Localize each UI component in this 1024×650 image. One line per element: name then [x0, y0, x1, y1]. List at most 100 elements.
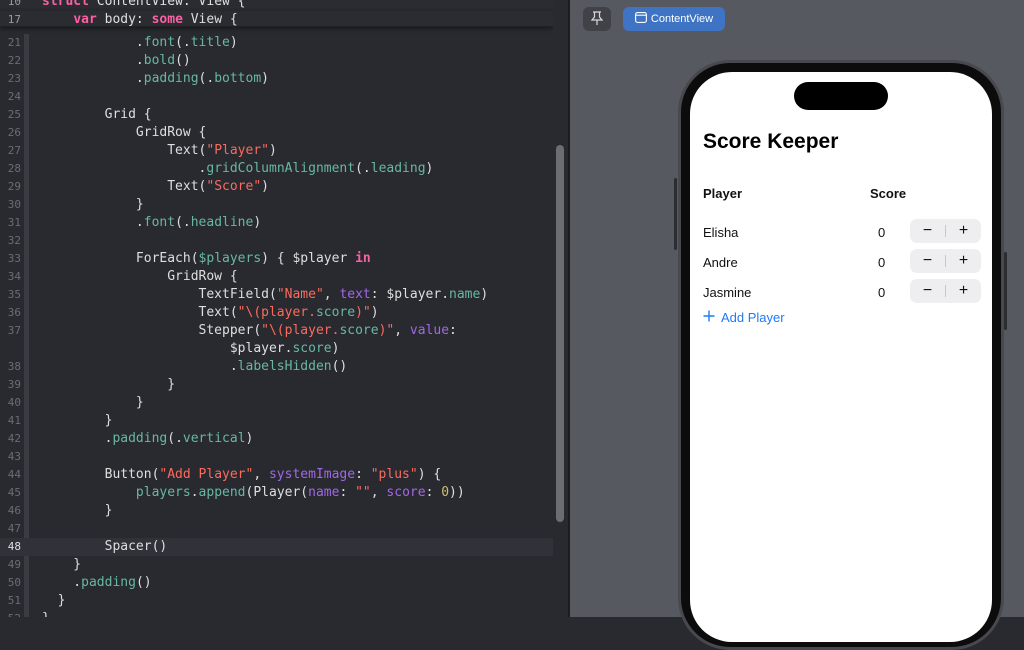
line-number: 51 — [7, 594, 21, 607]
player-name-field[interactable]: Jasmine — [703, 285, 751, 300]
code-line[interactable]: 25 Grid { — [0, 106, 553, 124]
code-line[interactable]: 46 } — [0, 502, 553, 520]
preview-canvas: ContentView Score Keeper Player Score El… — [570, 0, 1024, 650]
code-line[interactable]: 52} — [0, 610, 553, 617]
increment-button[interactable]: + — [946, 219, 981, 243]
code-text: Text("\(player.score)") — [42, 305, 379, 320]
increment-button[interactable]: + — [946, 279, 981, 303]
app-title: Score Keeper — [703, 130, 839, 153]
phone-side-button — [1004, 252, 1007, 330]
code-line[interactable]: $player.score) — [0, 340, 553, 358]
code-text: Text("Player") — [42, 143, 277, 158]
code-text: .padding() — [42, 575, 152, 590]
code-line[interactable]: 33 ForEach($players) { $player in — [0, 250, 553, 268]
line-number: 27 — [7, 144, 21, 157]
plus-icon — [703, 310, 715, 325]
code-line[interactable]: 31 .font(.headline) — [0, 214, 553, 232]
code-line[interactable]: 50 .padding() — [0, 574, 553, 592]
code-line[interactable]: 30 } — [0, 196, 553, 214]
code-text: TextField("Name", text: $player.name) — [42, 287, 489, 302]
code-line[interactable]: 26 GridRow { — [0, 124, 553, 142]
code-text: struct ContentView: View { — [42, 0, 246, 9]
code-line[interactable]: 39 } — [0, 376, 553, 394]
code-text: } — [42, 610, 50, 617]
line-number: 26 — [7, 126, 21, 139]
code-line[interactable]: 34 GridRow { — [0, 268, 553, 286]
sticky-scope-header-body[interactable]: 17 var body: some View { — [0, 11, 553, 27]
code-line[interactable]: 42 .padding(.vertical) — [0, 430, 553, 448]
code-line[interactable]: 40 } — [0, 394, 553, 412]
line-number: 21 — [7, 36, 21, 49]
line-number: 31 — [7, 216, 21, 229]
code-editor[interactable]: 21 .font(.title) 22 .bold() 23 .padding(.b… — [0, 0, 553, 617]
line-number: 47 — [7, 522, 21, 535]
code-line[interactable]: 49 } — [0, 556, 553, 574]
code-line[interactable]: 45 players.append(Player(name: "", score… — [0, 484, 553, 502]
line-number: 37 — [7, 324, 21, 337]
code-text: .labelsHidden() — [42, 359, 348, 374]
code-line[interactable]: 51 } — [0, 592, 553, 610]
preview-tab-contentview[interactable]: ContentView — [623, 7, 725, 31]
code-text: GridRow { — [42, 125, 207, 140]
add-player-button[interactable]: Add Player — [703, 310, 785, 325]
code-text: GridRow { — [42, 269, 238, 284]
code-line[interactable]: 43 — [0, 448, 553, 466]
decrement-button[interactable]: − — [910, 249, 945, 273]
preview-tab-label: ContentView — [650, 13, 714, 25]
code-line[interactable]: 22 .bold() — [0, 52, 553, 70]
code-line[interactable]: 35 TextField("Name", text: $player.name) — [0, 286, 553, 304]
line-number: 32 — [7, 234, 21, 247]
decrement-button[interactable]: − — [910, 279, 945, 303]
code-line[interactable]: 44 Button("Add Player", systemImage: "pl… — [0, 466, 553, 484]
line-number: 33 — [7, 252, 21, 265]
line-number: 52 — [0, 610, 21, 617]
player-row: Elisha 0 − + — [690, 219, 992, 249]
score-column-header: Score — [870, 186, 907, 201]
code-line[interactable]: 41 } — [0, 412, 553, 430]
app-screen: Score Keeper Player Score Elisha 0 − + A… — [690, 72, 992, 642]
code-line[interactable]: 47 — [0, 520, 553, 538]
pin-preview-button[interactable] — [583, 7, 611, 31]
line-number: 24 — [7, 90, 21, 103]
score-stepper: − + — [910, 279, 981, 303]
editor-scrollbar[interactable] — [556, 145, 564, 522]
line-number: 43 — [7, 450, 21, 463]
increment-button[interactable]: + — [946, 249, 981, 273]
code-line[interactable]: 24 — [0, 88, 553, 106]
code-line[interactable]: 27 Text("Player") — [0, 142, 553, 160]
code-text: } — [42, 503, 113, 518]
decrement-button[interactable]: − — [910, 219, 945, 243]
pin-icon — [590, 10, 604, 29]
code-text: } — [42, 593, 66, 608]
code-line[interactable]: 21 .font(.title) — [0, 34, 553, 52]
line-number: 44 — [7, 468, 21, 481]
code-text: } — [42, 557, 82, 572]
line-number: 40 — [7, 396, 21, 409]
line-number: 46 — [7, 504, 21, 517]
code-text: .font(.headline) — [42, 215, 262, 230]
line-number: 34 — [7, 270, 21, 283]
code-text: .padding(.vertical) — [42, 431, 254, 446]
code-line[interactable]: 38 .labelsHidden() — [0, 358, 553, 376]
player-name-field[interactable]: Andre — [703, 255, 738, 270]
sticky-scope-header-struct[interactable]: 10 struct ContentView: View { — [0, 0, 553, 9]
player-row: Jasmine 0 − + — [690, 279, 992, 309]
line-number: 48 — [7, 540, 21, 553]
code-line-current[interactable]: 48 Spacer() — [0, 538, 553, 556]
code-text: } — [42, 395, 144, 410]
code-line[interactable]: 32 — [0, 232, 553, 250]
code-line[interactable]: 23 .padding(.bottom) — [0, 70, 553, 88]
line-number: 38 — [7, 360, 21, 373]
add-player-label: Add Player — [721, 310, 785, 325]
code-text: players.append(Player(name: "", score: 0… — [135, 485, 465, 500]
player-score: 0 — [878, 255, 886, 270]
code-text: .bold() — [42, 53, 191, 68]
code-line[interactable]: 28 .gridColumnAlignment(.leading) — [0, 160, 553, 178]
line-number: 36 — [7, 306, 21, 319]
line-number: 41 — [7, 414, 21, 427]
code-line[interactable]: 37 Stepper("\(player.score)", value: — [0, 322, 553, 340]
code-line[interactable]: 36 Text("\(player.score)") — [0, 304, 553, 322]
player-name-field[interactable]: Elisha — [703, 225, 738, 240]
line-number: 42 — [7, 432, 21, 445]
code-line[interactable]: 29 Text("Score") — [0, 178, 553, 196]
